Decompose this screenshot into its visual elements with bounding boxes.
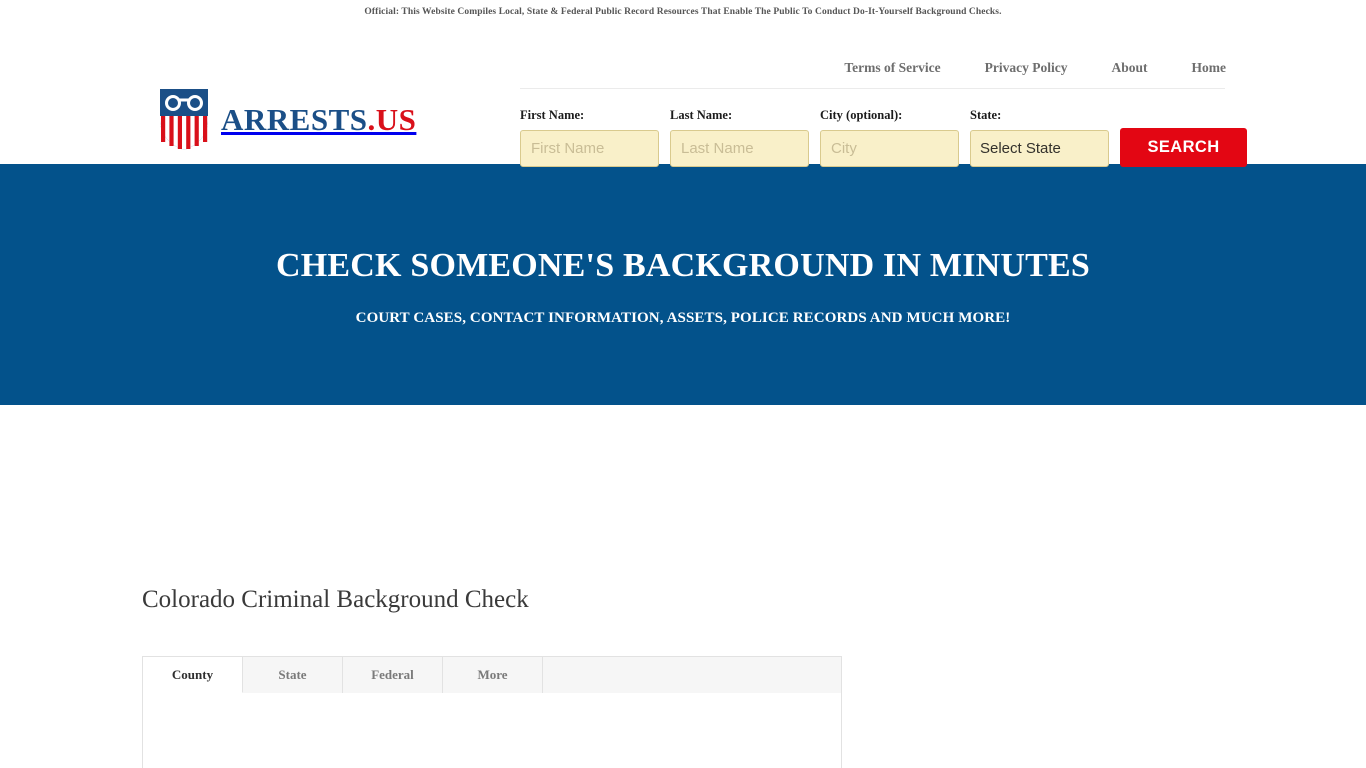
announcement-text: Official: This Website Compiles Local, S… <box>364 7 1002 17</box>
main-content: Colorado Criminal Background Check Count… <box>0 405 1366 768</box>
nav-link-about[interactable]: About <box>1067 60 1147 76</box>
state-select[interactable]: Select State <box>970 130 1109 167</box>
last-name-field-group: Last Name: <box>670 108 809 167</box>
logo-text-tld: .US <box>367 101 417 137</box>
records-tab-widget: County State Federal More <box>142 656 842 768</box>
first-name-input[interactable] <box>520 130 659 167</box>
tab-state[interactable]: State <box>243 657 343 693</box>
last-name-input[interactable] <box>670 130 809 167</box>
top-navigation: Terms of Service Privacy Policy About Ho… <box>844 60 1226 76</box>
city-label: City (optional): <box>820 108 903 122</box>
header-divider <box>520 88 1225 89</box>
logo-wordmark: ARRESTS.US <box>221 104 416 135</box>
page-title: Colorado Criminal Background Check <box>142 586 529 613</box>
city-field-group: City (optional): <box>820 108 959 167</box>
state-label: State: <box>970 108 1002 122</box>
first-name-label: First Name: <box>520 108 585 122</box>
tab-strip-filler <box>543 657 841 693</box>
site-header: Terms of Service Privacy Policy About Ho… <box>0 24 1366 167</box>
tab-federal[interactable]: Federal <box>343 657 443 693</box>
last-name-label: Last Name: <box>670 108 733 122</box>
city-input[interactable] <box>820 130 959 167</box>
shield-handcuffs-icon <box>160 89 208 150</box>
hero-title: CHECK SOMEONE'S BACKGROUND IN MINUTES <box>275 247 1091 284</box>
state-field-group: State: Select State <box>970 108 1109 167</box>
hero-subtitle: COURT CASES, CONTACT INFORMATION, ASSETS… <box>355 310 1011 327</box>
tab-strip: County State Federal More <box>143 657 841 693</box>
advertisement-placeholder <box>0 405 1366 587</box>
nav-link-privacy-policy[interactable]: Privacy Policy <box>941 60 1068 76</box>
announcement-bar: Official: This Website Compiles Local, S… <box>0 0 1366 24</box>
nav-link-terms-of-service[interactable]: Terms of Service <box>844 60 940 76</box>
tab-panel-county <box>143 693 841 768</box>
tab-county[interactable]: County <box>143 657 243 693</box>
site-logo[interactable]: ARRESTS.US <box>158 86 416 152</box>
background-check-search-form: First Name: Last Name: City (optional): … <box>520 108 1247 167</box>
nav-link-home[interactable]: Home <box>1148 60 1227 76</box>
search-button[interactable]: SEARCH <box>1120 128 1247 167</box>
logo-text-main: ARRESTS <box>221 101 368 137</box>
tab-more[interactable]: More <box>443 657 543 693</box>
hero-banner: CHECK SOMEONE'S BACKGROUND IN MINUTES CO… <box>0 164 1366 405</box>
first-name-field-group: First Name: <box>520 108 659 167</box>
